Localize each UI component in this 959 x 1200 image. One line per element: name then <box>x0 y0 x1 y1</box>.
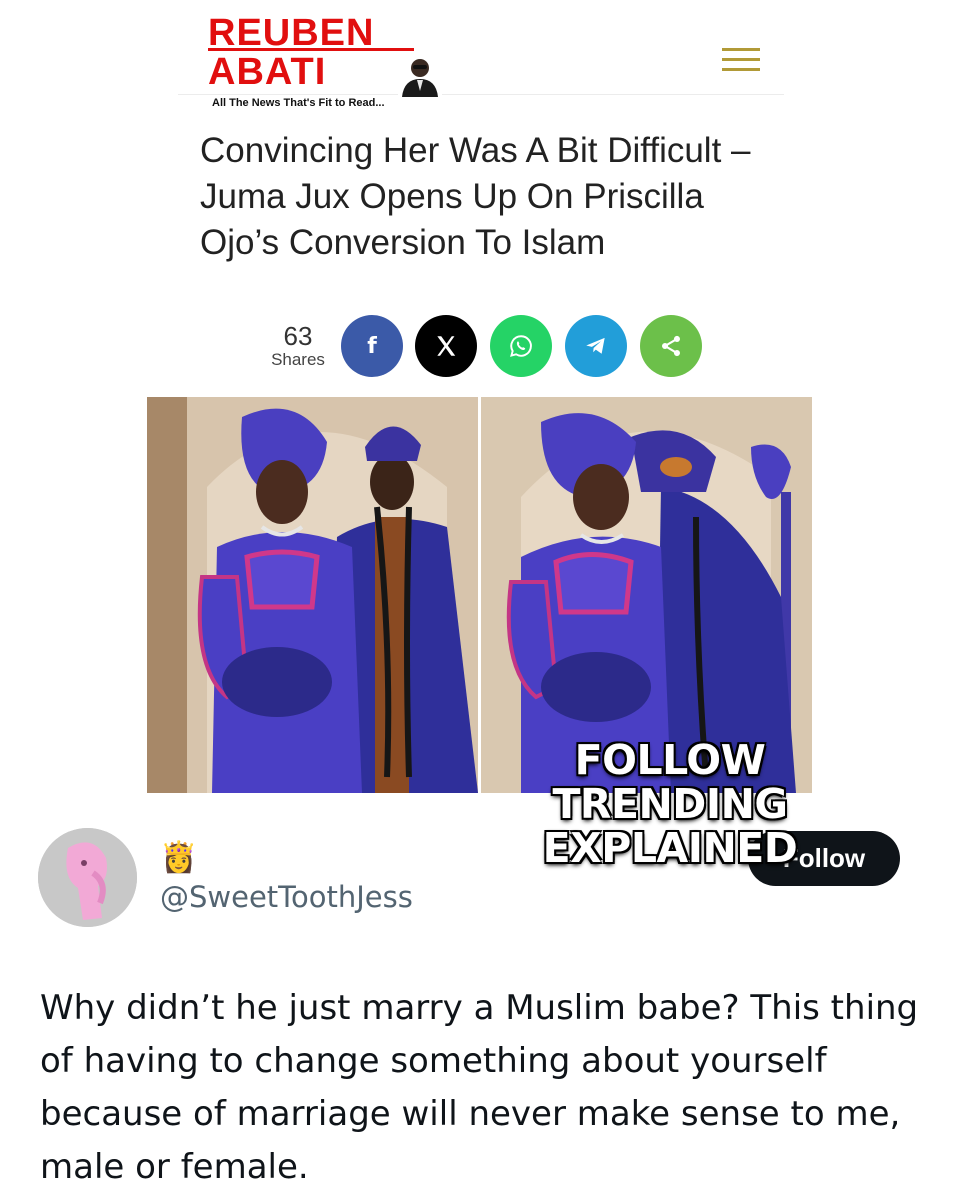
facebook-icon: f <box>367 333 377 359</box>
site-logo[interactable]: REUBEN ABATI All The News That's Fit to … <box>208 8 448 109</box>
whatsapp-share-button[interactable] <box>490 315 552 377</box>
tweet-text: Why didn’t he just marry a Muslim babe? … <box>40 988 919 1187</box>
hamburger-menu-icon[interactable] <box>722 46 760 74</box>
article-photo-right <box>481 397 812 793</box>
share-icon <box>662 335 680 357</box>
logo-text-abati: ABATI <box>208 51 327 93</box>
site-tagline: All The News That's Fit to Read... <box>212 97 385 109</box>
x-icon <box>437 336 456 356</box>
share-count-number: 63 <box>283 321 313 351</box>
princess-emoji-icon: 👸 <box>160 840 198 875</box>
logo-portrait-icon <box>398 53 442 97</box>
whatsapp-icon <box>510 335 532 357</box>
more-share-button[interactable] <box>640 315 702 377</box>
avatar[interactable] <box>38 828 137 927</box>
article-headline: Convincing Her Was A Bit Difficult – Jum… <box>200 131 751 262</box>
share-count-label: Shares <box>271 350 325 369</box>
telegram-icon <box>586 337 605 354</box>
tweet-handle[interactable]: @SweetToothJess <box>160 880 413 914</box>
logo-text-reuben: REUBEN <box>208 12 375 54</box>
follow-button[interactable]: Follow <box>748 831 900 886</box>
share-count: 63 Shares <box>262 322 334 370</box>
site-header: REUBEN ABATI All The News That's Fit to … <box>178 0 784 109</box>
facebook-share-button[interactable]: f <box>341 315 403 377</box>
telegram-share-button[interactable] <box>565 315 627 377</box>
article-photo-left <box>147 397 478 793</box>
x-share-button[interactable] <box>415 315 477 377</box>
